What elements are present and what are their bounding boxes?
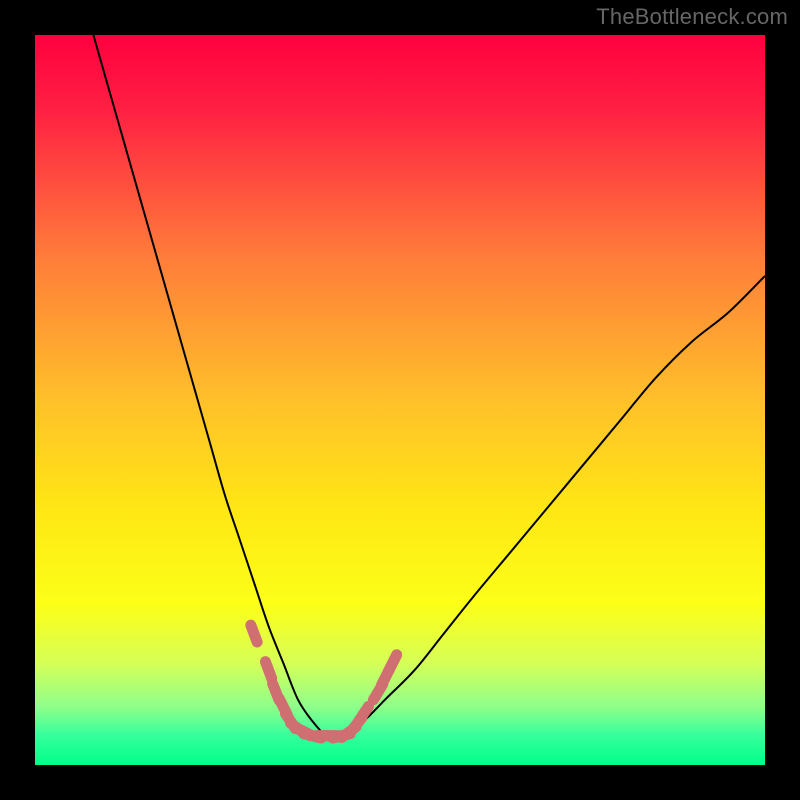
- plot-area: [35, 35, 765, 765]
- chart-frame: TheBottleneck.com: [0, 0, 800, 800]
- highlight-marker: [389, 655, 397, 671]
- watermark-text: TheBottleneck.com: [596, 4, 788, 30]
- highlight-marker: [251, 625, 257, 642]
- highlight-marker: [265, 662, 271, 679]
- bottleneck-chart: [35, 35, 765, 765]
